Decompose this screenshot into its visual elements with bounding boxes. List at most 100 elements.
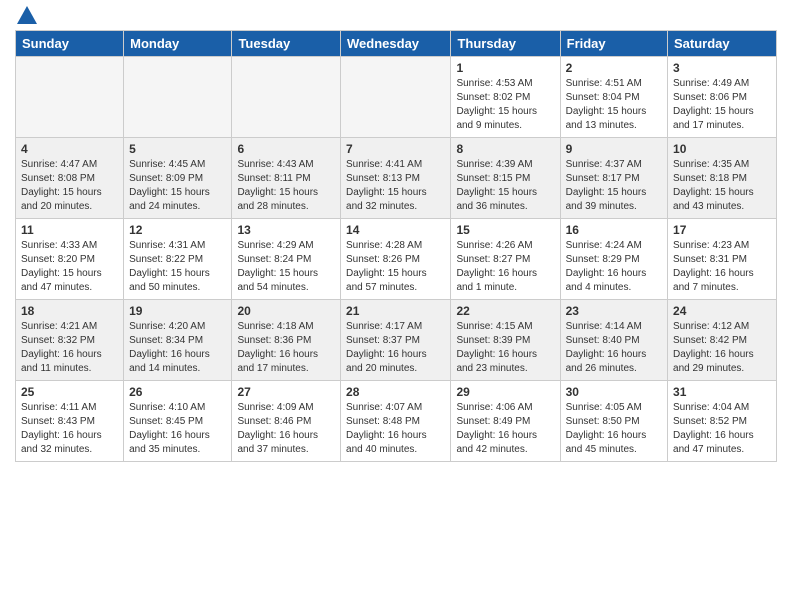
- calendar-cell: [124, 57, 232, 138]
- calendar-cell: 13Sunrise: 4:29 AM Sunset: 8:24 PM Dayli…: [232, 219, 341, 300]
- day-info: Sunrise: 4:43 AM Sunset: 8:11 PM Dayligh…: [237, 158, 335, 214]
- day-info: Sunrise: 4:10 AM Sunset: 8:45 PM Dayligh…: [129, 401, 226, 457]
- day-number: 1: [456, 61, 554, 75]
- day-info: Sunrise: 4:35 AM Sunset: 8:18 PM Dayligh…: [673, 158, 771, 214]
- calendar-cell: 5 Sunrise: 4:45 AM Sunset: 8:09 PM Daylig…: [124, 138, 232, 219]
- day-info: Sunrise: 4:29 AM Sunset: 8:24 PM Dayligh…: [237, 239, 335, 295]
- day-number: 29: [456, 385, 554, 399]
- day-info: Sunrise: 4:18 AM Sunset: 8:36 PM Dayligh…: [237, 320, 335, 376]
- day-number: 12: [129, 223, 226, 237]
- day-info: Sunrise: 4:06 AM Sunset: 8:49 PM Dayligh…: [456, 401, 554, 457]
- day-info: Sunrise: 4:53 AM Sunset: 8:02 PM Dayligh…: [456, 77, 554, 133]
- calendar-cell: 20 Sunrise: 4:18 AM Sunset: 8:36 PM Dayli…: [232, 300, 341, 381]
- calendar-cell: 10 Sunrise: 4:35 AM Sunset: 8:18 PM Dayli…: [668, 138, 777, 219]
- calendar-cell: 19 Sunrise: 4:20 AM Sunset: 8:34 PM Dayli…: [124, 300, 232, 381]
- day-number: 26: [129, 385, 226, 399]
- calendar-cell: 22 Sunrise: 4:15 AM Sunset: 8:39 PM Dayli…: [451, 300, 560, 381]
- calendar-cell: 28 Sunrise: 4:07 AM Sunset: 8:48 PM Dayli…: [341, 381, 451, 462]
- calendar-cell: 7Sunrise: 4:41 AM Sunset: 8:13 PM Daylig…: [341, 138, 451, 219]
- day-number: 21: [346, 304, 445, 318]
- day-info: Sunrise: 4:51 AM Sunset: 8:04 PM Dayligh…: [566, 77, 662, 133]
- calendar-cell: [341, 57, 451, 138]
- day-info: Sunrise: 4:47 AM Sunset: 8:08 PM Dayligh…: [21, 158, 118, 214]
- calendar-cell: 23 Sunrise: 4:14 AM Sunset: 8:40 PM Dayli…: [560, 300, 667, 381]
- day-info: Sunrise: 4:05 AM Sunset: 8:50 PM Dayligh…: [566, 401, 662, 457]
- calendar-cell: 25Sunrise: 4:11 AM Sunset: 8:43 PM Dayli…: [16, 381, 124, 462]
- calendar-cell: 24 Sunrise: 4:12 AM Sunset: 8:42 PM Dayli…: [668, 300, 777, 381]
- day-info: Sunrise: 4:26 AM Sunset: 8:27 PM Dayligh…: [456, 239, 554, 295]
- day-info: Sunrise: 4:45 AM Sunset: 8:09 PM Dayligh…: [129, 158, 226, 214]
- day-info: Sunrise: 4:14 AM Sunset: 8:40 PM Dayligh…: [566, 320, 662, 376]
- calendar-cell: 6 Sunrise: 4:43 AM Sunset: 8:11 PM Daylig…: [232, 138, 341, 219]
- header: [15, 10, 777, 24]
- day-number: 16: [566, 223, 662, 237]
- calendar-cell: 21 Sunrise: 4:17 AM Sunset: 8:37 PM Dayli…: [341, 300, 451, 381]
- day-info: Sunrise: 4:07 AM Sunset: 8:48 PM Dayligh…: [346, 401, 445, 457]
- weekday-saturday: Saturday: [668, 31, 777, 57]
- day-number: 4: [21, 142, 118, 156]
- day-number: 20: [237, 304, 335, 318]
- day-info: Sunrise: 4:24 AM Sunset: 8:29 PM Dayligh…: [566, 239, 662, 295]
- day-number: 24: [673, 304, 771, 318]
- day-info: Sunrise: 4:20 AM Sunset: 8:34 PM Dayligh…: [129, 320, 226, 376]
- day-info: Sunrise: 4:15 AM Sunset: 8:39 PM Dayligh…: [456, 320, 554, 376]
- calendar-cell: 2 Sunrise: 4:51 AM Sunset: 8:04 PM Daylig…: [560, 57, 667, 138]
- week-row-4: 18Sunrise: 4:21 AM Sunset: 8:32 PM Dayli…: [16, 300, 777, 381]
- calendar-cell: [232, 57, 341, 138]
- day-number: 11: [21, 223, 118, 237]
- day-number: 6: [237, 142, 335, 156]
- logo: [15, 10, 37, 24]
- calendar-cell: 26 Sunrise: 4:10 AM Sunset: 8:45 PM Dayli…: [124, 381, 232, 462]
- calendar-cell: 14 Sunrise: 4:28 AM Sunset: 8:26 PM Dayli…: [341, 219, 451, 300]
- day-info: Sunrise: 4:28 AM Sunset: 8:26 PM Dayligh…: [346, 239, 445, 295]
- day-info: Sunrise: 4:11 AM Sunset: 8:43 PM Dayligh…: [21, 401, 118, 457]
- weekday-friday: Friday: [560, 31, 667, 57]
- day-number: 28: [346, 385, 445, 399]
- day-info: Sunrise: 4:49 AM Sunset: 8:06 PM Dayligh…: [673, 77, 771, 133]
- day-info: Sunrise: 4:17 AM Sunset: 8:37 PM Dayligh…: [346, 320, 445, 376]
- day-number: 19: [129, 304, 226, 318]
- week-row-1: 1 Sunrise: 4:53 AM Sunset: 8:02 PM Daylig…: [16, 57, 777, 138]
- weekday-header-row: SundayMondayTuesdayWednesdayThursdayFrid…: [16, 31, 777, 57]
- day-number: 31: [673, 385, 771, 399]
- page: SundayMondayTuesdayWednesdayThursdayFrid…: [0, 0, 792, 612]
- day-number: 30: [566, 385, 662, 399]
- calendar-cell: [16, 57, 124, 138]
- week-row-3: 11 Sunrise: 4:33 AM Sunset: 8:20 PM Dayli…: [16, 219, 777, 300]
- weekday-thursday: Thursday: [451, 31, 560, 57]
- calendar-cell: 27Sunrise: 4:09 AM Sunset: 8:46 PM Dayli…: [232, 381, 341, 462]
- day-number: 3: [673, 61, 771, 75]
- day-number: 14: [346, 223, 445, 237]
- day-number: 17: [673, 223, 771, 237]
- day-info: Sunrise: 4:12 AM Sunset: 8:42 PM Dayligh…: [673, 320, 771, 376]
- day-info: Sunrise: 4:33 AM Sunset: 8:20 PM Dayligh…: [21, 239, 118, 295]
- day-number: 7: [346, 142, 445, 156]
- day-number: 10: [673, 142, 771, 156]
- calendar-cell: 16 Sunrise: 4:24 AM Sunset: 8:29 PM Dayli…: [560, 219, 667, 300]
- logo-triangle-icon: [17, 6, 37, 24]
- calendar-cell: 1 Sunrise: 4:53 AM Sunset: 8:02 PM Daylig…: [451, 57, 560, 138]
- calendar-cell: 8 Sunrise: 4:39 AM Sunset: 8:15 PM Daylig…: [451, 138, 560, 219]
- day-number: 23: [566, 304, 662, 318]
- calendar-cell: 12 Sunrise: 4:31 AM Sunset: 8:22 PM Dayli…: [124, 219, 232, 300]
- day-info: Sunrise: 4:31 AM Sunset: 8:22 PM Dayligh…: [129, 239, 226, 295]
- day-info: Sunrise: 4:23 AM Sunset: 8:31 PM Dayligh…: [673, 239, 771, 295]
- day-info: Sunrise: 4:04 AM Sunset: 8:52 PM Dayligh…: [673, 401, 771, 457]
- calendar-cell: 18Sunrise: 4:21 AM Sunset: 8:32 PM Dayli…: [16, 300, 124, 381]
- calendar-cell: 30 Sunrise: 4:05 AM Sunset: 8:50 PM Dayli…: [560, 381, 667, 462]
- calendar-cell: 29 Sunrise: 4:06 AM Sunset: 8:49 PM Dayli…: [451, 381, 560, 462]
- calendar-cell: 11 Sunrise: 4:33 AM Sunset: 8:20 PM Dayli…: [16, 219, 124, 300]
- day-number: 22: [456, 304, 554, 318]
- day-number: 5: [129, 142, 226, 156]
- calendar-cell: 4 Sunrise: 4:47 AM Sunset: 8:08 PM Daylig…: [16, 138, 124, 219]
- day-number: 8: [456, 142, 554, 156]
- day-info: Sunrise: 4:39 AM Sunset: 8:15 PM Dayligh…: [456, 158, 554, 214]
- day-info: Sunrise: 4:37 AM Sunset: 8:17 PM Dayligh…: [566, 158, 662, 214]
- weekday-monday: Monday: [124, 31, 232, 57]
- calendar-cell: 15Sunrise: 4:26 AM Sunset: 8:27 PM Dayli…: [451, 219, 560, 300]
- weekday-wednesday: Wednesday: [341, 31, 451, 57]
- day-number: 18: [21, 304, 118, 318]
- calendar-cell: 3 Sunrise: 4:49 AM Sunset: 8:06 PM Daylig…: [668, 57, 777, 138]
- day-number: 2: [566, 61, 662, 75]
- calendar-cell: 17 Sunrise: 4:23 AM Sunset: 8:31 PM Dayli…: [668, 219, 777, 300]
